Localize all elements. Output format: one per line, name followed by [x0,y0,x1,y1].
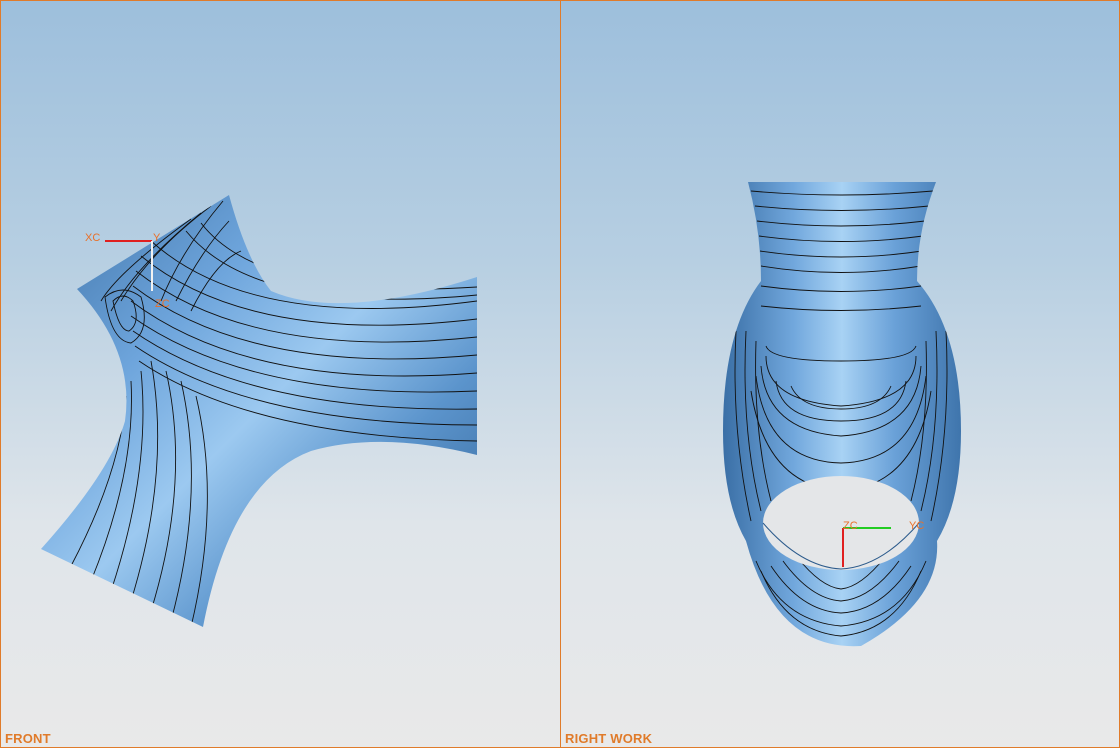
viewport-right-work[interactable]: ZC YC RIGHT WORK [560,0,1120,748]
axis-label-y: Y [153,232,161,244]
axis-label-y: YC [909,520,924,532]
vase-surface-body[interactable] [723,182,961,647]
right-view-canvas[interactable]: ZC YC [561,1,1120,748]
axis-label-x: XC [85,232,100,244]
open-hole [763,476,919,570]
viewport-front[interactable]: XC Y ZC FRONT [0,0,561,748]
front-view-canvas[interactable]: XC Y ZC [1,1,561,748]
axis-label-z: ZC [155,298,170,310]
tripod-surface-body[interactable] [41,195,477,627]
axis-label-z: ZC [843,520,858,532]
graphics-window[interactable]: XC Y ZC FRONT ZC YC RIGHT WORK [0,0,1120,748]
viewport-label-right-work: RIGHT WORK [565,731,653,746]
viewport-label-front: FRONT [5,731,51,746]
